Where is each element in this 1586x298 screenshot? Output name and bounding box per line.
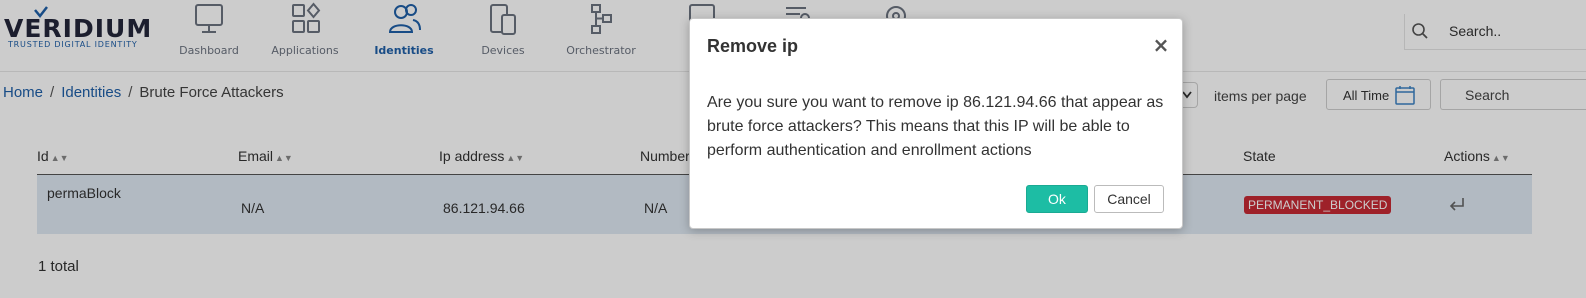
ok-button[interactable]: Ok [1026,185,1088,213]
remove-ip-dialog: Remove ip × Are you sure you want to rem… [689,18,1183,229]
cancel-button[interactable]: Cancel [1094,185,1164,213]
page: VERIDIUM TRUSTED DIGITAL IDENTITY Dashbo… [0,0,1586,298]
close-icon[interactable]: × [1151,34,1171,56]
dialog-title: Remove ip [707,36,799,56]
dialog-message: Are you sure you want to remove ip 86.12… [707,94,1164,159]
